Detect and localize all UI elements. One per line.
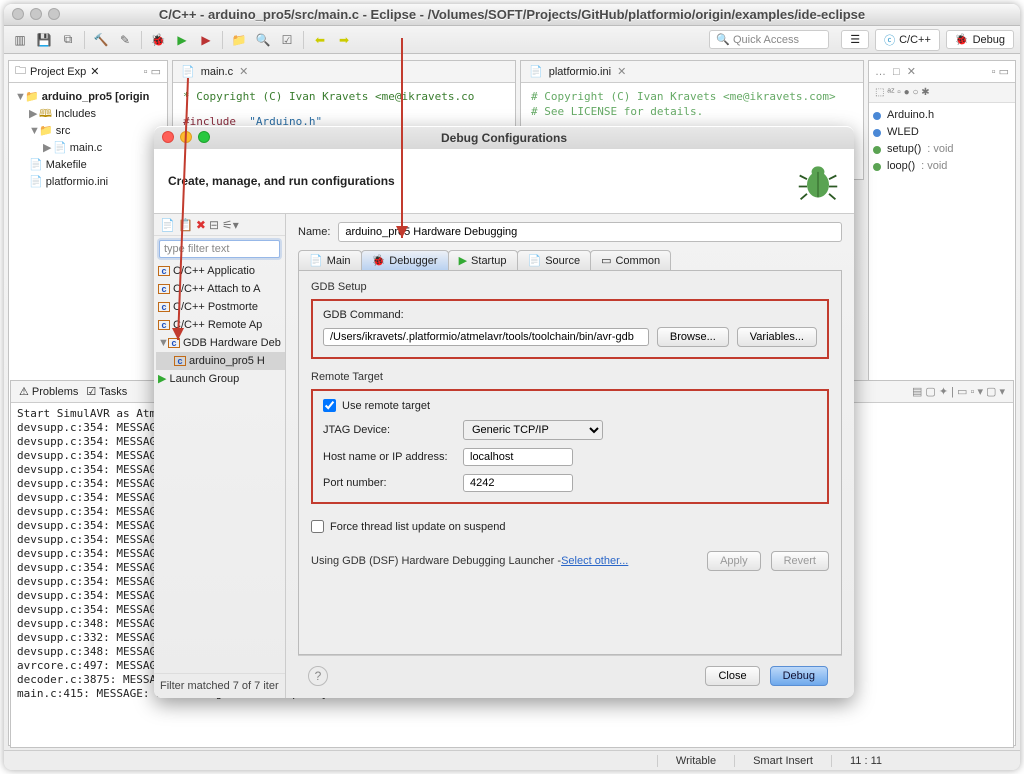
host-label: Host name or IP address: xyxy=(323,451,455,463)
dialog-heading: Create, manage, and run configurations xyxy=(168,174,395,188)
jtag-label: JTAG Device: xyxy=(323,424,455,436)
tab-startup[interactable]: ▶ Startup xyxy=(448,250,518,270)
dialog-traffic-lights[interactable] xyxy=(162,131,210,143)
dialog-zoom-light[interactable] xyxy=(198,131,210,143)
browse-button[interactable]: Browse... xyxy=(657,327,729,347)
dialog-close-light[interactable] xyxy=(162,131,174,143)
tab-source[interactable]: 📄 Source xyxy=(517,250,592,270)
use-remote-label: Use remote target xyxy=(342,400,430,412)
new-config-icon[interactable]: 📄 xyxy=(160,218,175,232)
variables-button[interactable]: Variables... xyxy=(737,327,817,347)
delete-config-icon[interactable]: ✖ xyxy=(196,218,206,232)
apply-button[interactable]: Apply xyxy=(707,551,761,571)
remote-target-highlight: Use remote target JTAG Device: Generic T… xyxy=(311,389,829,504)
config-toolbar[interactable]: 📄 📋 ✖ ⊟ ⚟▾ xyxy=(154,214,285,236)
gdb-command-label: GDB Command: xyxy=(323,309,817,321)
collapse-icon[interactable]: ⊟ xyxy=(209,218,219,232)
launcher-text: Using GDB (DSF) Hardware Debugging Launc… xyxy=(311,555,561,567)
force-thread-checkbox[interactable] xyxy=(311,520,324,533)
close-button[interactable]: Close xyxy=(705,666,759,686)
debug-configurations-dialog: Debug Configurations Create, manage, and… xyxy=(154,126,854,698)
help-icon[interactable]: ? xyxy=(308,666,328,686)
name-label: Name: xyxy=(298,226,330,238)
config-list-panel: 📄 📋 ✖ ⊟ ⚟▾ type filter text cC/C++ Appli… xyxy=(154,214,286,698)
jtag-device-select[interactable]: Generic TCP/IP xyxy=(463,420,603,440)
gdb-setup-label: GDB Setup xyxy=(311,281,829,299)
filter-icon[interactable]: ⚟▾ xyxy=(222,218,239,232)
debug-button[interactable]: Debug xyxy=(770,666,828,686)
revert-button[interactable]: Revert xyxy=(771,551,829,571)
gdb-command-input[interactable] xyxy=(323,328,649,346)
port-input[interactable] xyxy=(463,474,573,492)
force-thread-label: Force thread list update on suspend xyxy=(330,521,506,533)
remote-target-label: Remote Target xyxy=(311,371,829,389)
filter-footer: Filter matched 7 of 7 iter xyxy=(154,673,285,698)
dialog-min-light[interactable] xyxy=(180,131,192,143)
gdb-command-highlight: GDB Command: Browse... Variables... xyxy=(311,299,829,359)
dialog-title: Debug Configurations xyxy=(441,131,567,145)
port-label: Port number: xyxy=(323,477,455,489)
select-other-link[interactable]: Select other... xyxy=(561,555,628,567)
filter-input[interactable]: type filter text xyxy=(159,240,280,258)
tab-debugger[interactable]: 🐞 Debugger xyxy=(361,250,449,270)
dup-config-icon[interactable]: 📋 xyxy=(178,218,193,232)
tab-common[interactable]: ▭ Common xyxy=(590,250,671,270)
host-input[interactable] xyxy=(463,448,573,466)
config-name-input[interactable] xyxy=(338,222,842,242)
config-tree[interactable]: cC/C++ Applicatio cC/C++ Attach to A cC/… xyxy=(154,262,285,673)
tab-main[interactable]: 📄 Main xyxy=(298,250,362,270)
use-remote-checkbox[interactable] xyxy=(323,399,336,412)
bug-icon xyxy=(796,159,840,203)
config-tabs: 📄 Main 🐞 Debugger ▶ Startup 📄 Source ▭ C… xyxy=(298,250,842,270)
